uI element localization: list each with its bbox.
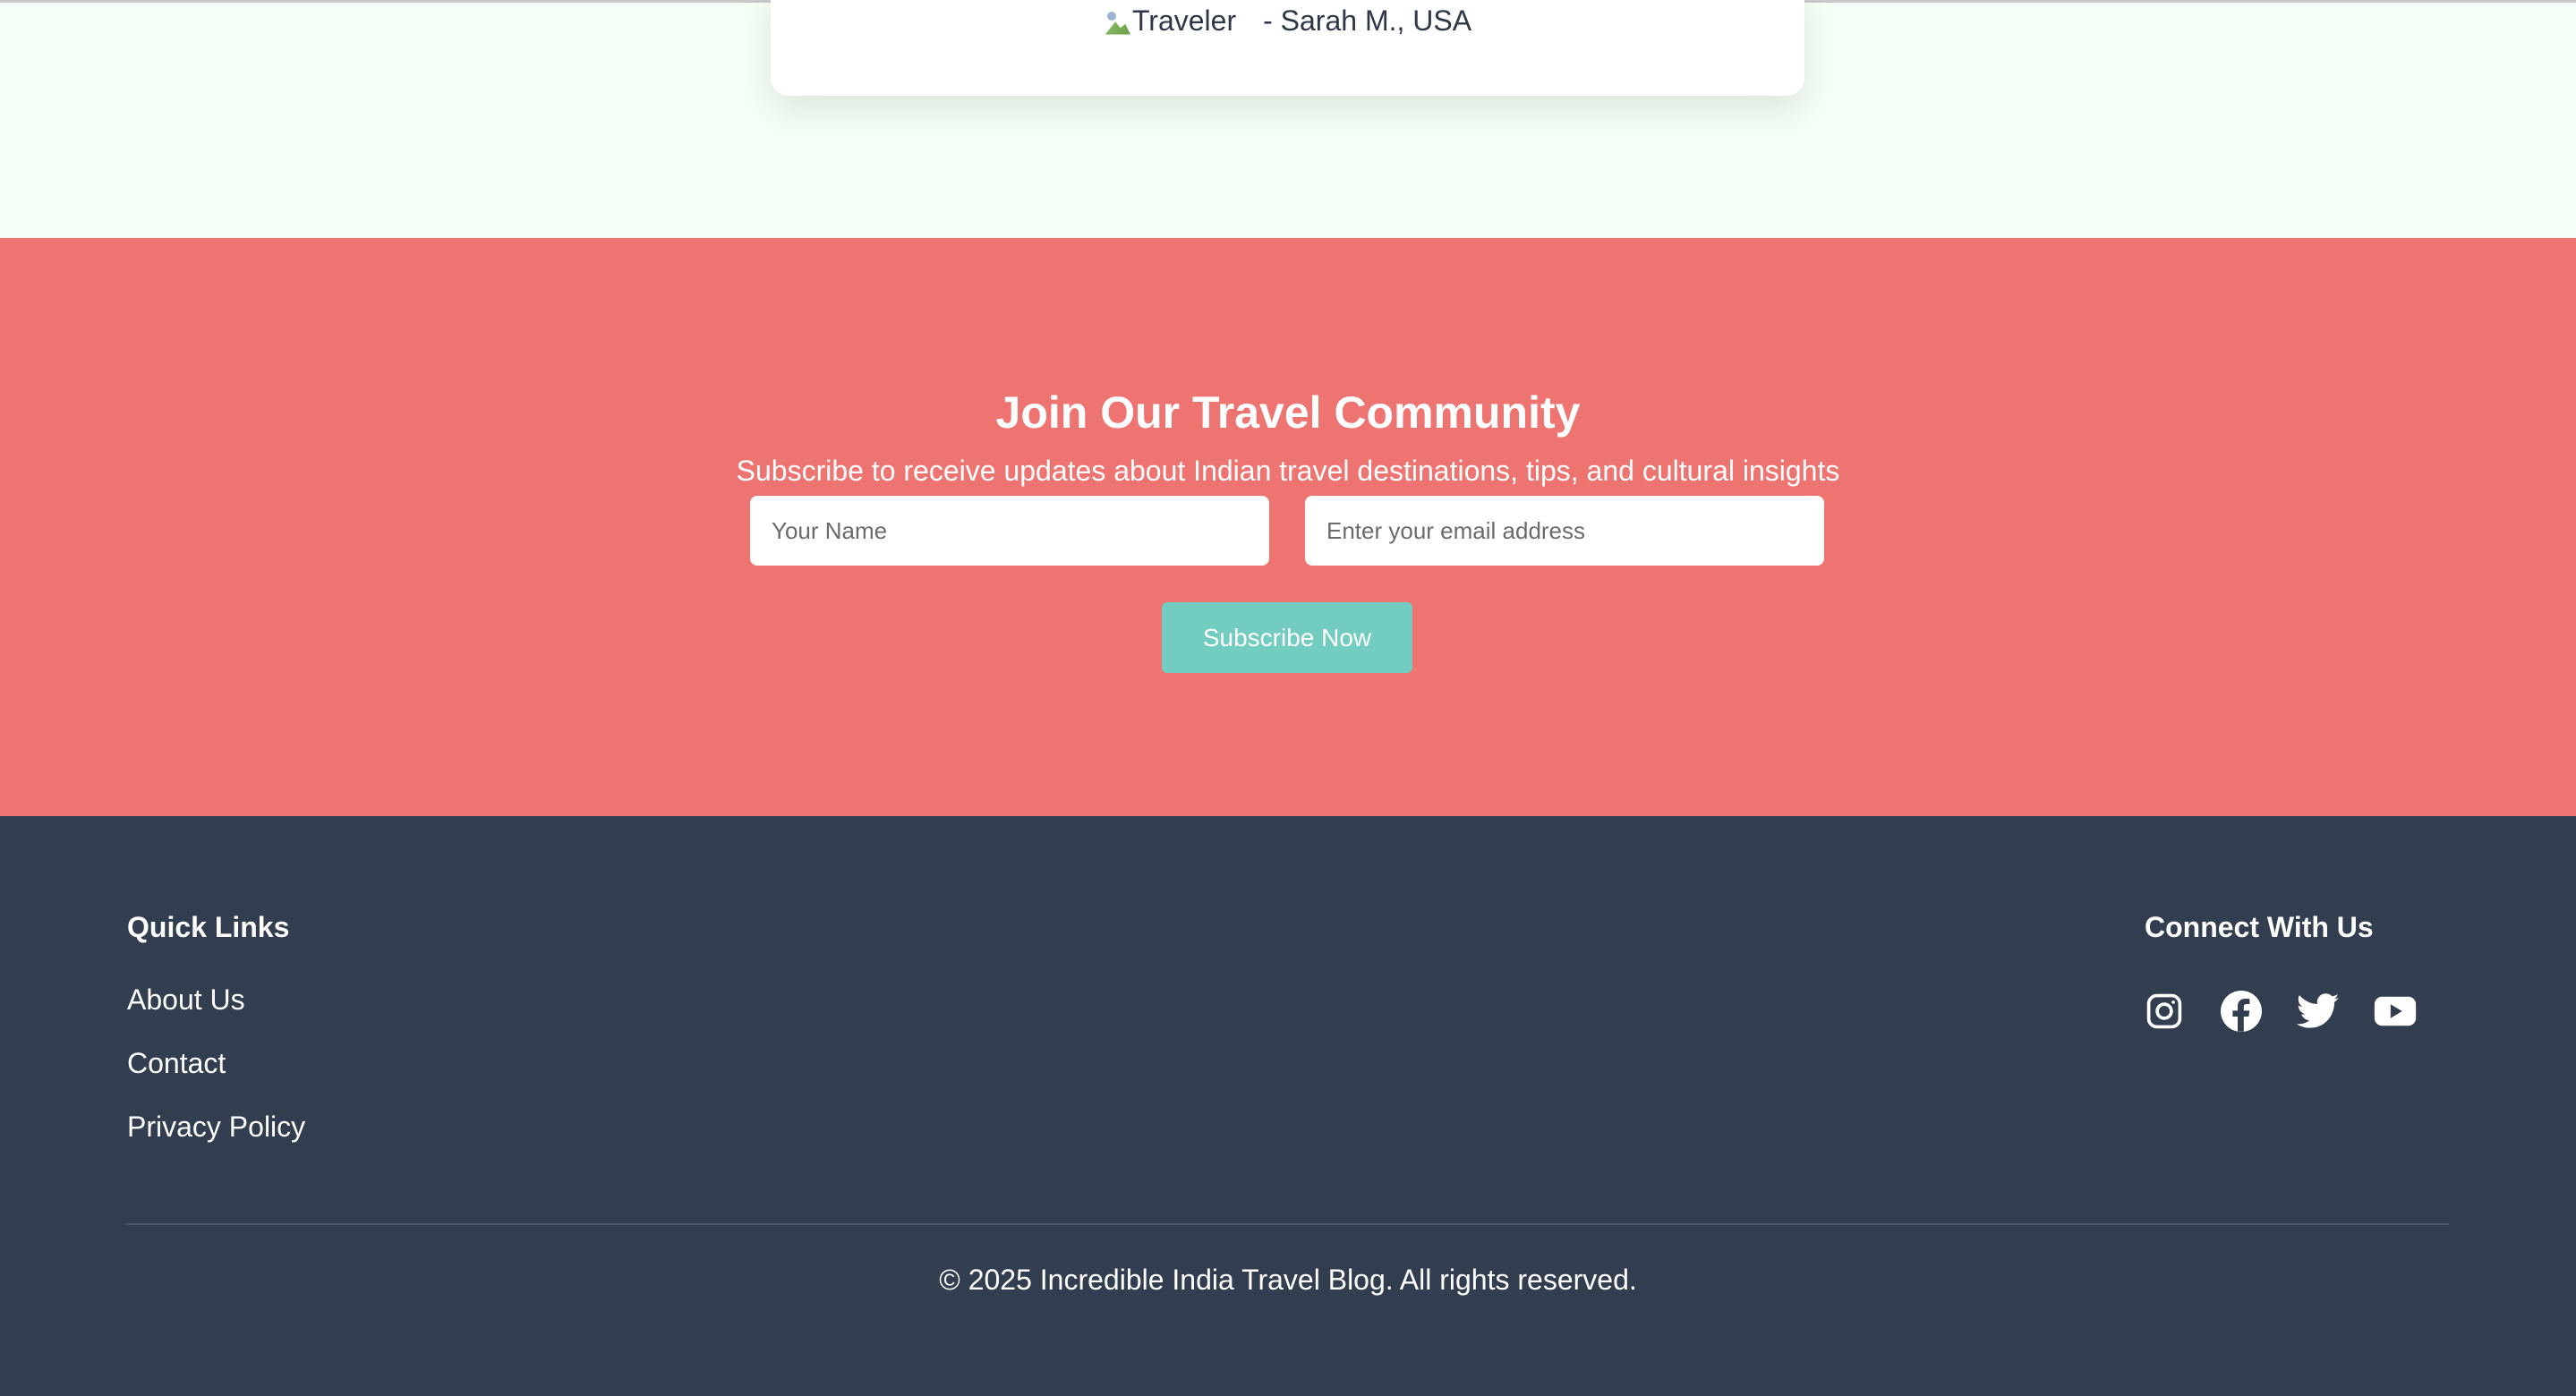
twitter-icon[interactable] [2297,990,2340,1033]
subscribe-button[interactable]: Subscribe Now [1162,602,1412,673]
footer-divider [127,1223,2449,1225]
quick-links-title: Quick Links [127,911,290,943]
broken-image-icon [1104,8,1130,35]
testimonial-author: - Sarah M., USA [1263,4,1472,37]
traveler-image-alt: Traveler [1131,4,1237,37]
about-us-link[interactable]: About Us [127,983,245,1016]
quick-link-item: About Us [127,983,305,1017]
testimonial-section: Traveler - Sarah M., USA [0,0,2576,238]
subscribe-subtitle: Subscribe to receive updates about India… [736,455,1840,487]
connect-title: Connect With Us [2145,911,2374,943]
privacy-policy-link[interactable]: Privacy Policy [127,1111,305,1143]
social-icons [2143,990,2417,1033]
contact-link[interactable]: Contact [127,1047,226,1079]
subscribe-form [750,496,1825,567]
youtube-icon[interactable] [2374,990,2417,1033]
traveler-image: Traveler [1104,4,1236,38]
testimonial-author-row: Traveler - Sarah M., USA [771,4,1804,38]
footer: Quick Links About Us Contact Privacy Pol… [0,816,2576,1396]
instagram-icon[interactable] [2143,990,2186,1033]
subscribe-section: Join Our Travel Community Subscribe to r… [0,238,2576,816]
testimonial-card: Traveler - Sarah M., USA [771,0,1804,96]
quick-link-item: Privacy Policy [127,1110,305,1144]
quick-links-list: About Us Contact Privacy Policy [127,983,305,1173]
copyright-text: © 2025 Incredible India Travel Blog. All… [939,1264,1637,1296]
email-input[interactable] [1305,496,1824,566]
quick-link-item: Contact [127,1046,305,1080]
name-input[interactable] [750,496,1269,566]
facebook-icon[interactable] [2220,990,2263,1033]
subscribe-title: Join Our Travel Community [995,387,1581,438]
